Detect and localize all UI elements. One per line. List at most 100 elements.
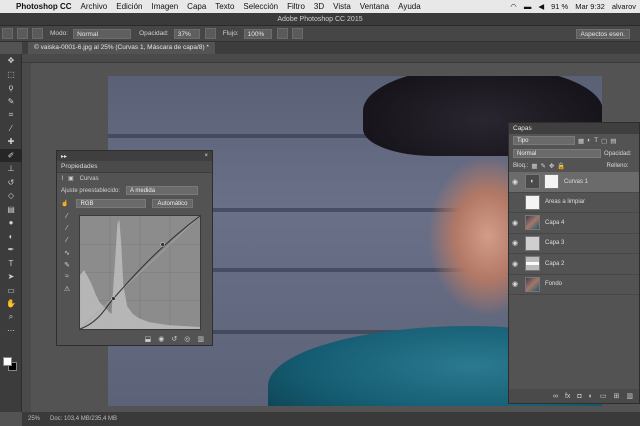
type-icon[interactable]: T — [0, 257, 22, 271]
visibility-eye-icon[interactable]: ◉ — [509, 219, 521, 227]
gray-point-eyedropper-icon[interactable]: ⁄ — [60, 225, 74, 237]
workspace-select[interactable]: Aspectos esen. — [575, 29, 630, 39]
link-layers-icon[interactable]: ∞ — [553, 393, 558, 400]
menu-vista[interactable]: Vista — [333, 2, 351, 11]
brush-settings-icon[interactable] — [17, 28, 28, 39]
pressure-opacity-icon[interactable] — [204, 28, 216, 39]
visibility-eye-icon[interactable]: ◉ — [509, 280, 521, 288]
hand-icon[interactable]: ✋ — [0, 297, 22, 311]
dodge-icon[interactable]: ◐ — [0, 230, 22, 244]
smooth-curve-icon[interactable]: ≈ — [60, 273, 74, 285]
new-group-icon[interactable]: ▭ — [600, 392, 607, 400]
white-point-eyedropper-icon[interactable]: ⁄ — [60, 237, 74, 249]
gradient-icon[interactable]: ▤ — [0, 203, 22, 217]
reset-icon[interactable]: ↺ — [171, 335, 177, 343]
menu-3d[interactable]: 3D — [314, 2, 324, 11]
brush-panel-icon[interactable] — [32, 28, 43, 39]
lock-all-icon[interactable]: 🔒 — [557, 162, 565, 170]
battery-percent[interactable]: 91 % — [551, 2, 568, 11]
path-select-icon[interactable]: ➤ — [0, 270, 22, 284]
volume-icon[interactable]: ◀ — [538, 2, 544, 11]
lock-pixels-icon[interactable]: ▦ — [531, 162, 537, 170]
mode-select[interactable]: Normal — [73, 28, 132, 39]
brush-preset-icon[interactable] — [2, 28, 13, 39]
menu-app-name[interactable]: Photoshop CC — [16, 2, 72, 11]
black-point-eyedropper-icon[interactable]: ⁄ — [60, 213, 74, 225]
collapse-icon[interactable]: ▸▸ — [61, 153, 67, 160]
horizontal-ruler[interactable] — [22, 54, 640, 63]
curves-adjustment-icon[interactable]: ⌇ — [61, 175, 64, 182]
layer-row-capa-2[interactable]: ◉ Capa 2 — [509, 254, 639, 275]
new-adjustment-icon[interactable]: ◐ — [589, 393, 593, 400]
type-filter-icon[interactable]: T — [594, 137, 598, 144]
pressure-size-icon[interactable] — [291, 28, 303, 39]
layer-row-fondo[interactable]: ◉ Fondo — [509, 275, 639, 295]
move-icon[interactable]: ✥ — [0, 54, 22, 68]
close-icon[interactable]: × — [204, 153, 208, 159]
target-adjust-icon[interactable]: ☝ — [61, 200, 68, 207]
user-name[interactable]: alvarov — [612, 2, 636, 11]
menu-imagen[interactable]: Imagen — [151, 2, 178, 11]
curve-point-icon[interactable]: ∿ — [60, 249, 74, 261]
quick-select-icon[interactable]: ✎ — [0, 95, 22, 109]
visibility-eye-icon[interactable]: ◉ — [509, 178, 521, 186]
menu-edicion[interactable]: Edición — [116, 2, 142, 11]
pencil-curve-icon[interactable]: ✎ — [60, 261, 74, 273]
eyedropper-icon[interactable]: ⁄ — [0, 122, 22, 136]
visibility-icon[interactable]: ◎ — [184, 335, 190, 343]
properties-title[interactable]: Propiedades — [61, 163, 98, 170]
history-brush-icon[interactable]: ↺ — [0, 176, 22, 190]
mask-icon[interactable]: ▣ — [68, 175, 74, 182]
auto-button[interactable]: Automático — [152, 199, 193, 208]
layers-panel-title[interactable]: Capas — [509, 123, 639, 134]
preset-select[interactable]: A medida — [126, 186, 199, 195]
layer-row-capa-4[interactable]: ◉ Capa 4 — [509, 213, 639, 234]
more-tools-icon[interactable]: ⋯ — [0, 324, 22, 338]
layer-filter-select[interactable]: Tipo — [513, 136, 575, 145]
wifi-icon[interactable]: ◠ — [510, 2, 517, 11]
opacity-field[interactable]: 37% — [173, 28, 200, 39]
menu-texto[interactable]: Texto — [215, 2, 234, 11]
vertical-ruler[interactable] — [22, 63, 31, 412]
layer-row-capa-3[interactable]: ◉ Capa 3 — [509, 234, 639, 254]
layer-row-curvas-1[interactable]: ◉ ◐ Curvas 1 — [509, 172, 639, 193]
new-layer-icon[interactable]: ⊞ — [614, 392, 620, 400]
layer-mask-thumb[interactable] — [544, 174, 559, 190]
visibility-eye-icon[interactable]: ◉ — [509, 239, 521, 247]
shape-filter-icon[interactable]: ▢ — [601, 137, 607, 145]
smart-filter-icon[interactable]: ▤ — [610, 137, 616, 145]
menu-ventana[interactable]: Ventana — [360, 2, 389, 11]
clipping-warning-icon[interactable]: ⚠ — [60, 285, 74, 297]
zoom-level[interactable]: 25% — [28, 416, 40, 422]
clone-stamp-icon[interactable]: ⊥ — [0, 162, 22, 176]
clip-to-layer-icon[interactable]: ⬓ — [145, 335, 152, 343]
menu-seleccion[interactable]: Selección — [243, 2, 278, 11]
layer-row-areas-a-limpiar[interactable]: Areas a limpiar — [509, 193, 639, 213]
brush-icon[interactable]: ✐ — [0, 148, 22, 162]
view-previous-icon[interactable]: ◉ — [158, 335, 164, 343]
flag-icon[interactable]: ▬ — [524, 2, 532, 11]
trash-icon[interactable]: ▥ — [626, 392, 633, 400]
menu-filtro[interactable]: Filtro — [287, 2, 305, 11]
clock[interactable]: Mar 9:32 — [575, 2, 605, 11]
healing-brush-icon[interactable]: ✚ — [0, 135, 22, 149]
add-mask-icon[interactable]: ◘ — [577, 393, 581, 400]
pen-icon[interactable]: ✒ — [0, 243, 22, 257]
layer-style-icon[interactable]: fx — [565, 393, 570, 400]
document-tab[interactable]: © vaiska-0001-6.jpg al 25% (Curvas 1, Má… — [28, 42, 215, 54]
blur-icon[interactable]: ● — [0, 216, 22, 230]
shape-icon[interactable]: ▭ — [0, 284, 22, 298]
visibility-eye-icon[interactable]: ◉ — [509, 260, 521, 268]
lock-paint-icon[interactable]: ✎ — [541, 162, 546, 170]
zoom-icon[interactable]: ⌕ — [0, 311, 22, 325]
crop-icon[interactable]: ⌗ — [0, 108, 22, 122]
marquee-icon[interactable]: ⬚ — [0, 68, 22, 82]
menu-ayuda[interactable]: Ayuda — [398, 2, 421, 11]
delete-icon[interactable]: ▥ — [197, 335, 204, 343]
curves-graph[interactable] — [79, 215, 201, 330]
foreground-color-swatch[interactable] — [3, 357, 12, 366]
pixel-filter-icon[interactable]: ▦ — [578, 137, 584, 145]
blend-mode-select[interactable]: Normal — [513, 149, 601, 158]
menu-capa[interactable]: Capa — [187, 2, 206, 11]
airbrush-icon[interactable] — [276, 28, 288, 39]
